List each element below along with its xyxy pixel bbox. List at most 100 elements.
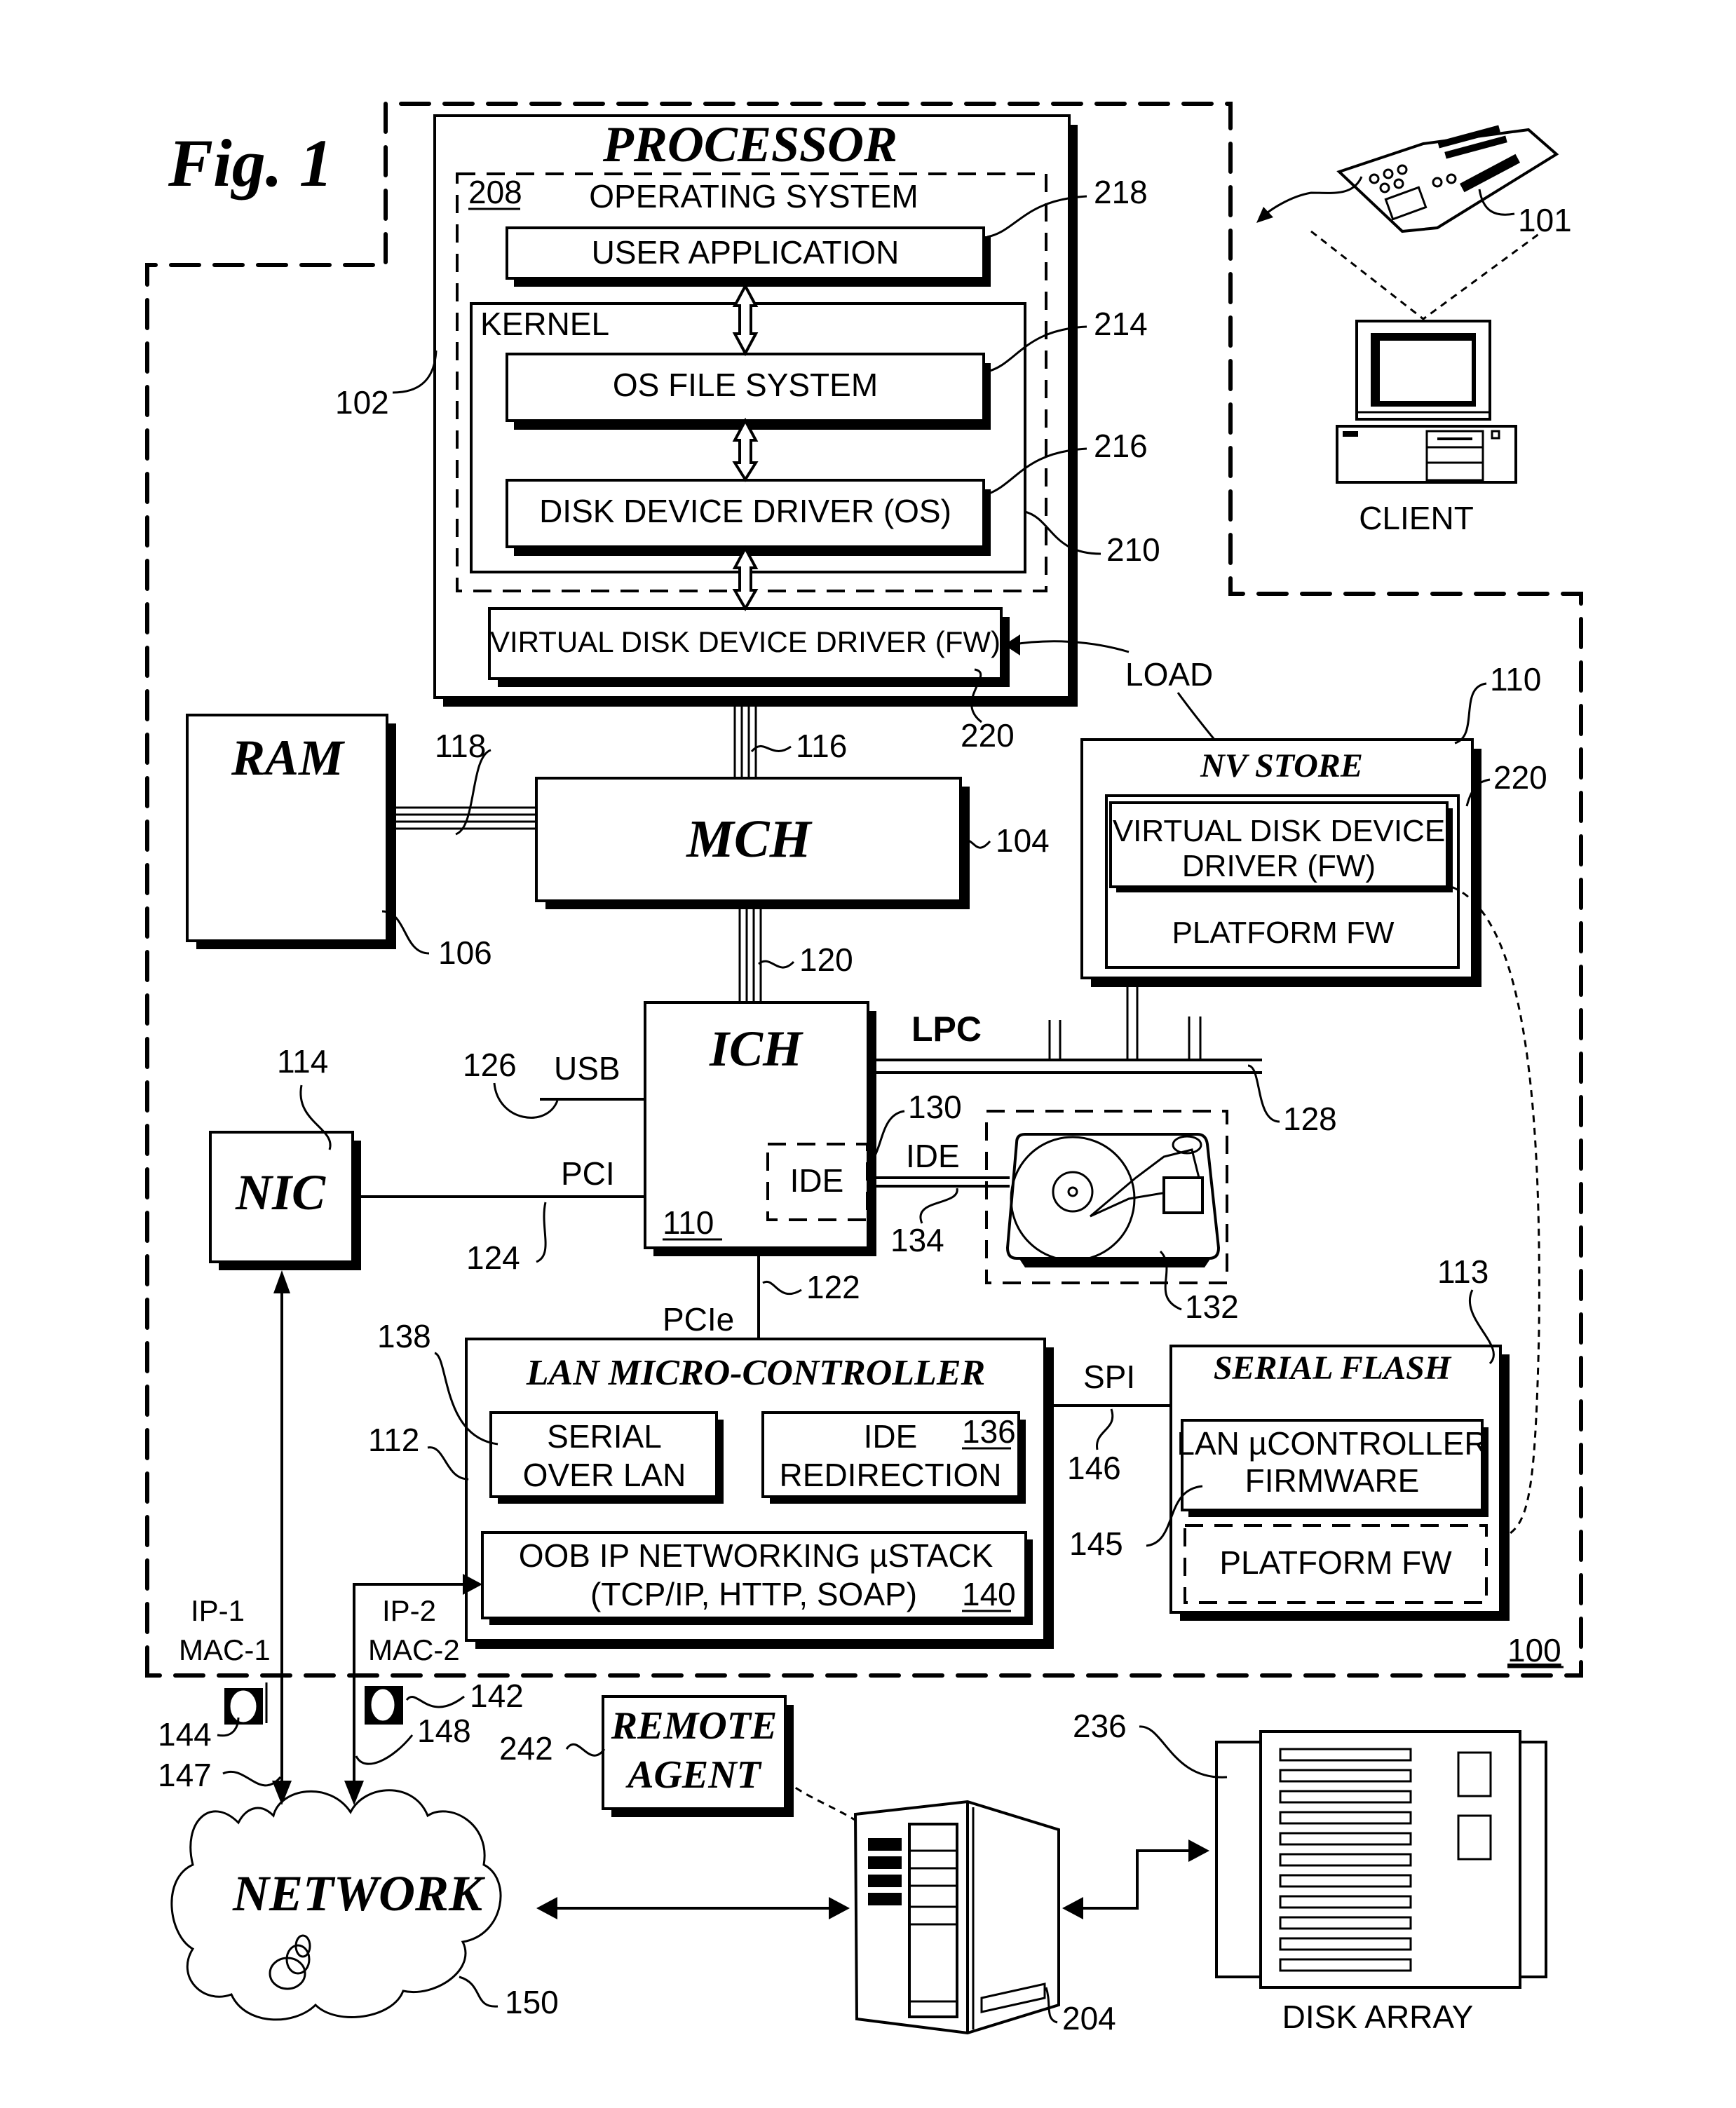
remote-agent-line2: AGENT — [625, 1753, 763, 1797]
board-client-link — [1310, 230, 1543, 320]
ref-110-nv: 110 — [1490, 661, 1541, 698]
leader-142 — [405, 1695, 465, 1708]
ref-122: 122 — [806, 1269, 860, 1305]
lan-fw-line2: FIRMWARE — [1245, 1462, 1420, 1499]
ref-204: 204 — [1062, 2000, 1116, 2036]
ref-210: 210 — [1106, 531, 1160, 568]
ref-236: 236 — [1073, 1708, 1127, 1744]
leader-150 — [459, 1976, 499, 2008]
ref-116: 116 — [796, 728, 847, 764]
leader-122 — [762, 1280, 802, 1296]
ref-144: 144 — [158, 1716, 212, 1753]
ref-140: 140 — [962, 1576, 1016, 1612]
nv-store-driver-line2: DRIVER (FW) — [1182, 849, 1376, 883]
nv-store-title: NV STORE — [1200, 747, 1363, 784]
hard-drive-icon — [1005, 1133, 1221, 1267]
ram-label: RAM — [231, 730, 346, 786]
ref-124: 124 — [466, 1239, 520, 1276]
disk-array-label: DISK ARRAY — [1282, 1999, 1474, 2035]
arrow-down-icon — [344, 1781, 364, 1805]
oob-stack-line1: OOB IP NETWORKING µSTACK — [519, 1537, 994, 1574]
arrow-right-icon — [829, 1897, 850, 1919]
leader-147 — [222, 1771, 282, 1787]
lan-controller-title: LAN MICRO-CONTROLLER — [526, 1353, 985, 1393]
disk-device-driver-label: DISK DEVICE DRIVER (OS) — [539, 493, 951, 529]
ref-106: 106 — [438, 934, 492, 971]
processor-block: PROCESSOR 208 OPERATING SYSTEM USER APPL… — [433, 114, 1078, 707]
network-label: NETWORK — [232, 1865, 486, 1922]
ref-145: 145 — [1069, 1525, 1123, 1562]
ref-218: 218 — [1094, 174, 1148, 210]
ide-bus-label: IDE — [906, 1138, 960, 1174]
port2-mac: MAC-2 — [368, 1633, 460, 1666]
ref-136: 136 — [962, 1413, 1016, 1450]
figure-title: Fig. 1 — [168, 125, 333, 200]
ich-label: ICH — [709, 1021, 803, 1077]
port1-mac: MAC-1 — [179, 1633, 271, 1666]
ref-146: 146 — [1067, 1450, 1121, 1486]
ref-148: 148 — [417, 1713, 471, 1749]
system-ref: 100 — [1507, 1632, 1561, 1668]
virtual-disk-driver-label: VIRTUAL DISK DEVICE DRIVER (FW) — [490, 625, 1001, 658]
nic-label: NIC — [235, 1164, 326, 1220]
disk-array-icon — [1215, 1730, 1547, 1989]
kernel-label: KERNEL — [480, 306, 609, 342]
bus-118 — [396, 806, 536, 830]
ref-101: 101 — [1518, 202, 1572, 238]
ref-134: 134 — [890, 1222, 944, 1258]
leader-116 — [750, 745, 792, 753]
ref-126: 126 — [463, 1047, 517, 1083]
lpc-label: LPC — [911, 1009, 982, 1049]
server-disk-link — [1076, 1849, 1192, 1910]
leader-112 — [427, 1446, 469, 1481]
bus-120 — [738, 909, 762, 1002]
client-label: CLIENT — [1359, 500, 1474, 536]
ref-220-proc: 220 — [961, 717, 1015, 754]
network-decoration-icon — [269, 1934, 311, 1990]
ide-redirection-line1: IDE — [864, 1418, 918, 1455]
ref-242: 242 — [499, 1730, 553, 1767]
usb-label: USB — [554, 1050, 621, 1087]
serial-flash-title: SERIAL FLASH — [1214, 1349, 1452, 1387]
processor-title: PROCESSOR — [602, 116, 897, 172]
leader-110-nv — [1454, 682, 1487, 744]
pci-label: PCI — [561, 1155, 615, 1192]
ref-142: 142 — [470, 1678, 524, 1714]
ref-120: 120 — [799, 941, 853, 978]
ref-104: 104 — [996, 822, 1050, 859]
nv-store-driver-line1: VIRTUAL DISK DEVICE — [1113, 814, 1445, 848]
network-port-icon — [224, 1682, 268, 1725]
os-ref: 208 — [468, 174, 522, 210]
ide-redirection-line2: REDIRECTION — [780, 1457, 1002, 1493]
arrow-left-icon — [536, 1897, 557, 1919]
mch-label: MCH — [686, 810, 813, 869]
leader-120 — [758, 960, 795, 969]
arrow-left-icon — [1062, 1897, 1083, 1919]
os-label: OPERATING SYSTEM — [589, 178, 918, 215]
ref-106-bus-118: 118 — [435, 728, 486, 764]
leader-124 — [536, 1202, 547, 1263]
ich-ref: 110 — [663, 1204, 714, 1241]
oob-stack-line2: (TCP/IP, HTTP, SOAP) — [590, 1576, 917, 1612]
ide-bus — [868, 1176, 1010, 1188]
spi-label: SPI — [1083, 1359, 1135, 1395]
ref-138: 138 — [377, 1318, 431, 1354]
ref-214: 214 — [1094, 306, 1148, 342]
leader-148 — [355, 1734, 414, 1765]
ref-150: 150 — [505, 1984, 559, 2020]
ich-ide-label: IDE — [790, 1162, 844, 1199]
ref-130: 130 — [908, 1089, 962, 1125]
remote-agent-line1: REMOTE — [611, 1704, 778, 1748]
leader-146 — [1096, 1408, 1114, 1450]
ref-132: 132 — [1185, 1288, 1239, 1325]
arrow-right-icon — [1188, 1840, 1209, 1862]
leader-102 — [392, 350, 438, 394]
ref-216: 216 — [1094, 428, 1148, 464]
ref-114: 114 — [277, 1043, 328, 1080]
leader-134 — [919, 1188, 958, 1224]
network-port-icon — [365, 1686, 403, 1725]
os-file-system-label: OS FILE SYSTEM — [613, 367, 878, 403]
ref-112: 112 — [368, 1422, 419, 1458]
load-label: LOAD — [1125, 656, 1213, 693]
patent-figure: Fig. 1 100 PROCESSOR 208 OPERATING SYSTE… — [145, 102, 1583, 2036]
